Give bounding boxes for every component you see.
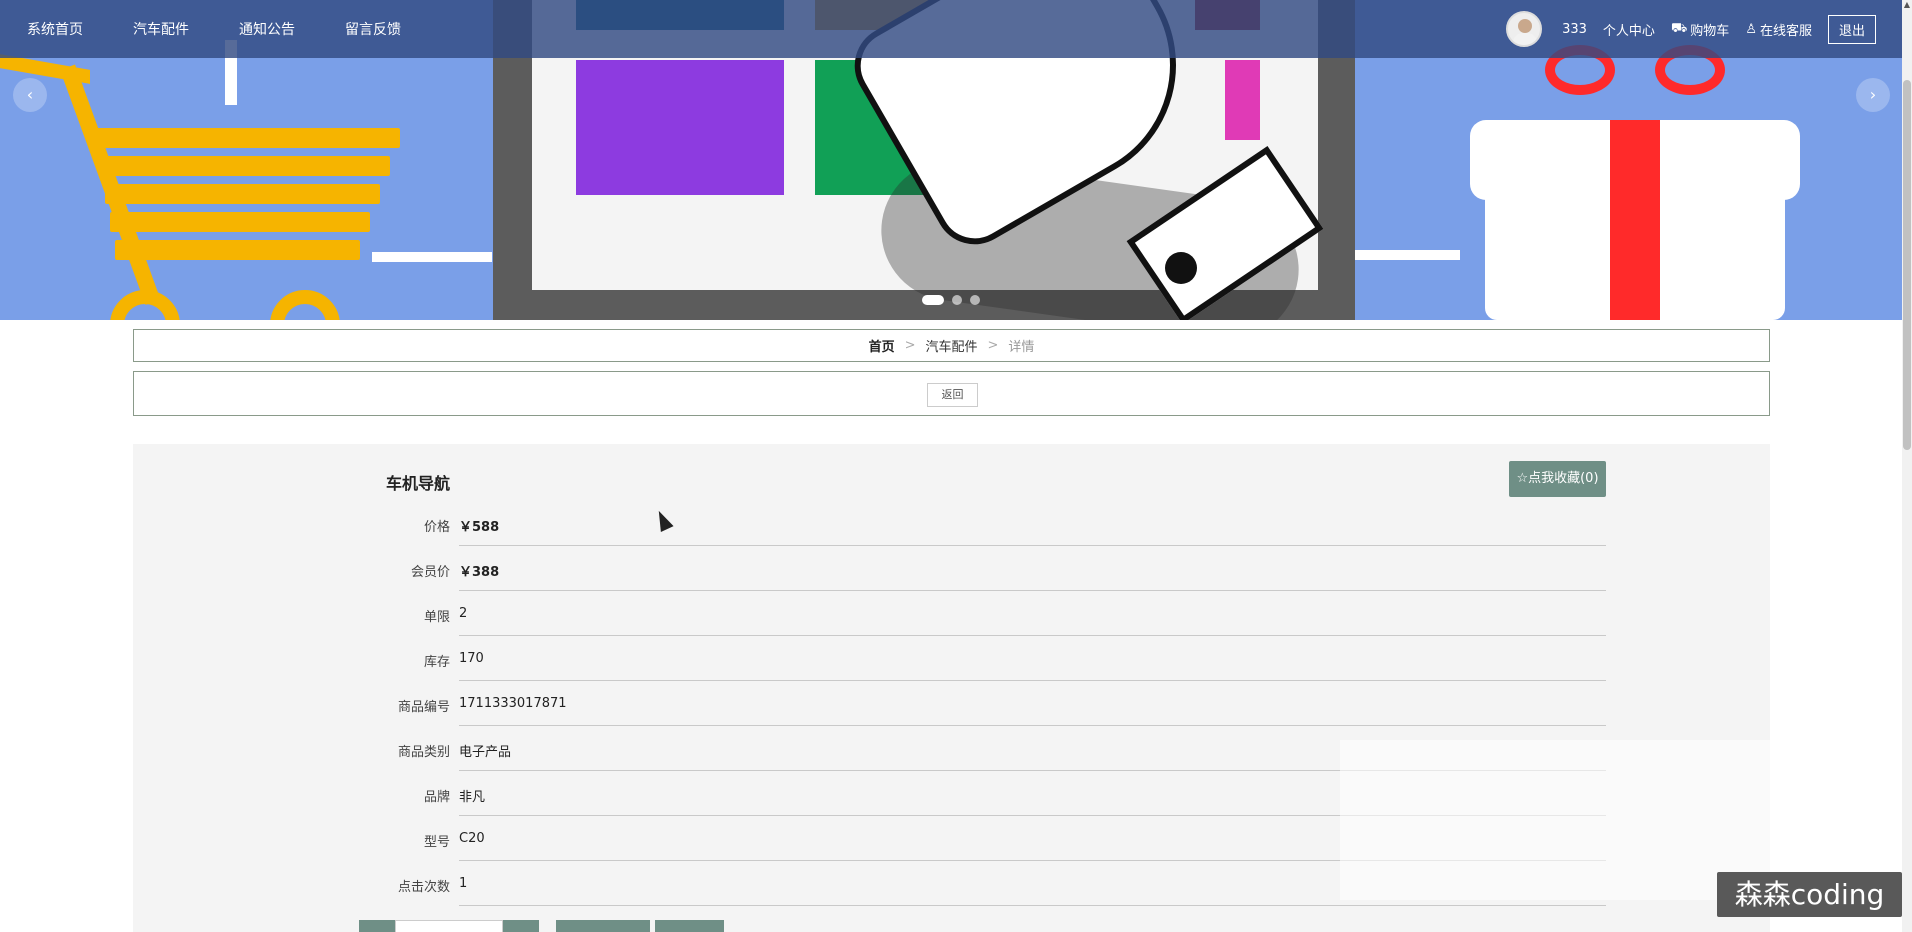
carousel-dot[interactable] xyxy=(922,295,944,305)
carousel-next-button[interactable]: › xyxy=(1856,78,1890,112)
scroll-thumb[interactable] xyxy=(1903,80,1911,450)
carousel-prev-button[interactable]: ‹ xyxy=(13,78,47,112)
banner-decoration xyxy=(372,252,492,262)
field-value: 170 xyxy=(459,651,484,666)
cart-icon: ⛟ xyxy=(1670,20,1688,36)
field-label: 品牌 xyxy=(423,790,450,805)
field-value: 非凡 xyxy=(459,790,486,805)
top-navbar: 系统首页 汽车配件 通知公告 留言反馈 333 个人中心 ⛟ 购物车 ♙ 在线客服 … xyxy=(0,0,1902,58)
watermark: 森森coding xyxy=(1717,872,1902,917)
add-to-cart-button[interactable] xyxy=(556,920,650,932)
quantity-input[interactable] xyxy=(395,920,503,932)
breadcrumb-home[interactable]: 首页 xyxy=(869,336,895,355)
page: ‹ › 系统首页 汽车配件 通知公告 留言反馈 333 个人中心 ⛟ 购物车 ♙ 在… xyxy=(0,0,1912,932)
field-value: 1 xyxy=(459,876,468,891)
personal-center-link[interactable]: 个人中心 xyxy=(1603,20,1655,39)
field-value: 2 xyxy=(459,606,468,621)
logout-button[interactable]: 退出 xyxy=(1827,14,1876,44)
field-value: ￥588 xyxy=(459,520,500,535)
field-value: C20 xyxy=(459,831,485,846)
field-label: 点击次数 xyxy=(397,880,450,895)
field-row-stock: 库存 170 xyxy=(333,636,1606,681)
back-button[interactable]: 返回 xyxy=(927,383,978,407)
carousel-indicators xyxy=(922,295,980,305)
breadcrumb-category[interactable]: 汽车配件 xyxy=(925,336,977,355)
field-value: 电子产品 xyxy=(459,745,512,760)
scroll-up-icon[interactable]: ▲ xyxy=(1902,0,1912,14)
breadcrumb-separator: > xyxy=(904,338,916,353)
field-label: 商品编号 xyxy=(397,700,450,715)
breadcrumb: 首页 > 汽车配件 > 详情 xyxy=(133,329,1770,362)
breadcrumb-current: 详情 xyxy=(1008,340,1035,355)
nav-item-home[interactable]: 系统首页 xyxy=(27,19,107,39)
carousel-dot[interactable] xyxy=(970,295,980,305)
quantity-decrease-button[interactable] xyxy=(359,920,395,932)
back-bar: 返回 xyxy=(133,371,1770,416)
field-row-member-price: 会员价 ￥388 xyxy=(333,546,1606,591)
field-value: ￥388 xyxy=(459,565,500,580)
quantity-increase-button[interactable] xyxy=(503,920,539,932)
field-row-limit: 单限 2 xyxy=(333,591,1606,636)
field-value: 1711333017871 xyxy=(459,696,567,711)
user-menu: 333 个人中心 ⛟ 购物车 ♙ 在线客服 退出 xyxy=(1506,0,1876,58)
favorite-button[interactable]: ☆点我收藏(0) xyxy=(1509,461,1606,497)
user-name: 333 xyxy=(1562,21,1587,37)
field-row-product-code: 商品编号 1711333017871 xyxy=(333,681,1606,726)
field-label: 单限 xyxy=(423,610,450,625)
cart-link[interactable]: ⛟ 购物车 xyxy=(1671,20,1729,39)
page-scrollbar[interactable]: ▲ xyxy=(1902,0,1912,932)
field-label: 会员价 xyxy=(410,565,450,580)
field-label: 库存 xyxy=(423,655,450,670)
nav-item-auto-parts[interactable]: 汽车配件 xyxy=(133,19,213,39)
field-row-price: 价格 ￥588 xyxy=(333,501,1606,546)
user-icon: ♙ xyxy=(1745,21,1757,37)
field-label: 价格 xyxy=(423,520,450,535)
avatar[interactable] xyxy=(1506,11,1543,47)
field-label: 商品类别 xyxy=(397,745,450,760)
product-title: 车机导航 xyxy=(386,474,451,493)
breadcrumb-separator: > xyxy=(987,338,999,353)
nav-item-feedback[interactable]: 留言反馈 xyxy=(345,19,425,39)
buy-now-button[interactable] xyxy=(655,920,724,932)
nav-item-notices[interactable]: 通知公告 xyxy=(239,19,319,39)
online-service-link[interactable]: ♙ 在线客服 xyxy=(1745,20,1812,39)
banner-decoration xyxy=(1355,250,1460,260)
carousel-dot[interactable] xyxy=(952,295,962,305)
field-label: 型号 xyxy=(423,835,450,850)
